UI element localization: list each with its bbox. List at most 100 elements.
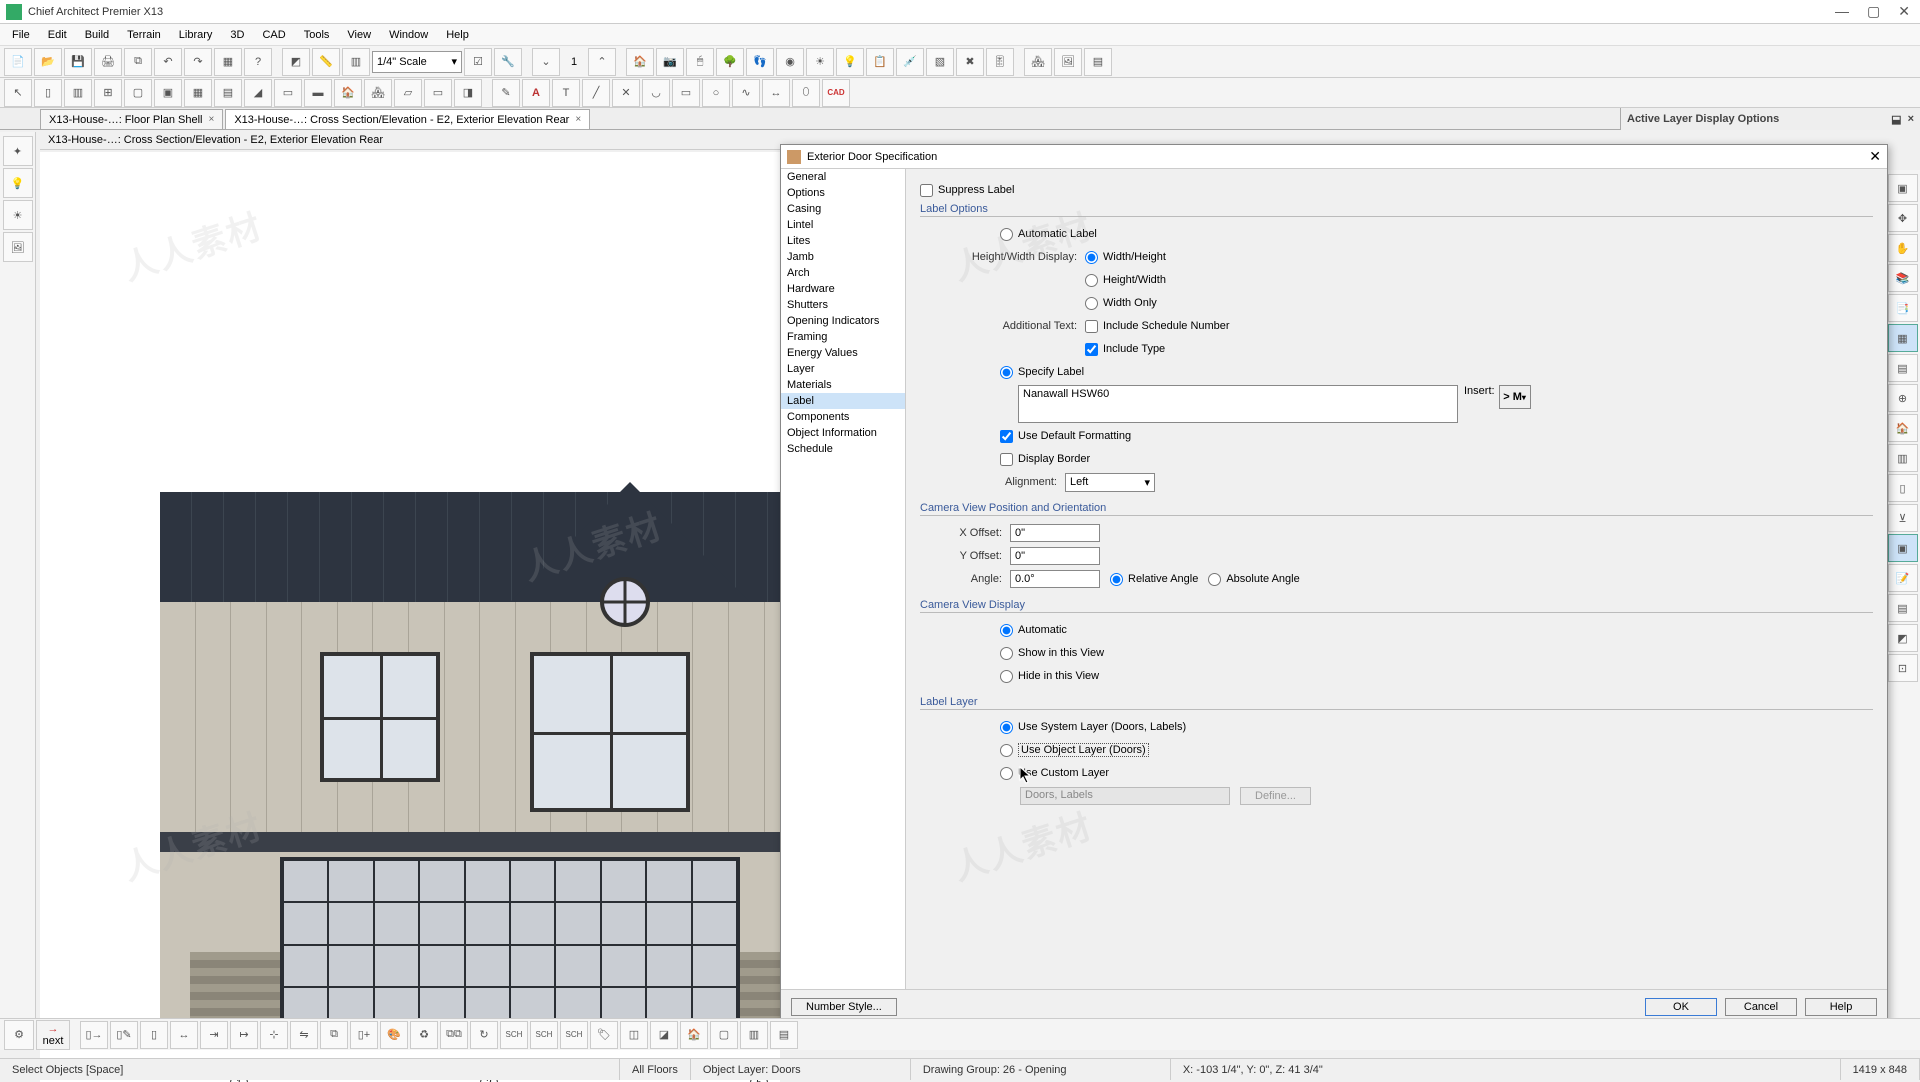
menu-cad[interactable]: CAD [254,27,293,43]
adjust-icon[interactable]: 🎚 [986,48,1014,76]
cad-icon[interactable]: CAD [822,79,850,107]
relative-angle-radio[interactable] [1110,573,1123,586]
cat-energy[interactable]: Energy Values [781,345,905,361]
misc-icon[interactable]: ▥ [342,48,370,76]
floor-down-icon[interactable]: ⌄ [532,48,560,76]
lens-icon[interactable]: ◉ [776,48,804,76]
text-icon[interactable]: T [552,79,580,107]
circle-icon[interactable]: ○ [702,79,730,107]
scale-select[interactable]: 1/4" Scale▾ [372,51,462,73]
check-icon[interactable]: ☑ [464,48,492,76]
house-build-icon[interactable]: 🏠 [334,79,362,107]
cat-shutters[interactable]: Shutters [781,297,905,313]
schedule-icon[interactable]: ▤ [1888,594,1918,622]
label-icon[interactable]: 🏷 [590,1021,618,1049]
reflect-icon[interactable]: ⇋ [290,1021,318,1049]
cat-framing[interactable]: Framing [781,329,905,345]
terrain-icon[interactable]: 🌳 [716,48,744,76]
help-button[interactable]: Help [1805,998,1877,1016]
multi-copy-icon[interactable]: ⧉⧉ [440,1021,468,1049]
cross-icon[interactable]: ✕ [612,79,640,107]
alignment-select[interactable]: Left▾ [1065,473,1155,492]
project-browser-icon[interactable]: 🏘 [1024,48,1052,76]
truss-icon[interactable]: ⊻ [1888,504,1918,532]
lighting-tool-icon[interactable]: ✦ [3,136,33,166]
rect-icon[interactable]: ▭ [672,79,700,107]
define-button[interactable]: Define... [1240,787,1311,805]
absolute-angle-radio[interactable] [1208,573,1221,586]
layout-panel-icon[interactable]: ▤ [1084,48,1112,76]
cat-schedule[interactable]: Schedule [781,441,905,457]
break-icon[interactable]: ⇥ [200,1021,228,1049]
pencil-icon[interactable]: ✎ [492,79,520,107]
edit-area-icon[interactable]: ◩ [282,48,310,76]
wall-tool-icon[interactable]: ▯ [34,79,62,107]
undo-icon[interactable]: ↶ [154,48,182,76]
dimension-icon[interactable]: ↔ [762,79,790,107]
gear-icon[interactable]: ⚙ [4,1020,34,1050]
camera-icon[interactable]: 📷 [656,48,684,76]
close-button[interactable]: ✕ [1898,3,1910,20]
backdrop-icon[interactable]: 🖼 [3,232,33,262]
menu-window[interactable]: Window [381,27,436,43]
cat-options[interactable]: Options [781,185,905,201]
specify-label-radio[interactable] [1000,366,1013,379]
sun-angle-icon[interactable]: ☀ [3,200,33,230]
print-icon[interactable]: 🖨 [94,48,122,76]
cat-casing[interactable]: Casing [781,201,905,217]
door-sm-icon[interactable]: ▢ [710,1021,738,1049]
menu-build[interactable]: Build [77,27,117,43]
footprints-icon[interactable]: 👣 [746,48,774,76]
select-icon[interactable]: ↖ [4,79,32,107]
menu-edit[interactable]: Edit [40,27,75,43]
menu-3d[interactable]: 3D [222,27,252,43]
cat-lintel[interactable]: Lintel [781,217,905,233]
dialog-title-bar[interactable]: Exterior Door Specification ✕ [781,145,1887,169]
suppress-label-checkbox[interactable] [920,184,933,197]
copy-icon[interactable]: ⧉ [320,1021,348,1049]
ref-display-icon[interactable]: ⊡ [1888,654,1918,682]
cat-components[interactable]: Components [781,409,905,425]
menu-view[interactable]: View [339,27,379,43]
move-icon[interactable]: ↔ [170,1021,198,1049]
use-custom-layer-radio[interactable] [1000,767,1013,780]
cancel-button[interactable]: Cancel [1725,998,1797,1016]
clipboard-icon[interactable]: 📋 [866,48,894,76]
sch1-icon[interactable]: SCH [500,1021,528,1049]
cam-hide-radio[interactable] [1000,670,1013,683]
foundation-icon[interactable]: ▱ [394,79,422,107]
slab-icon[interactable]: ▭ [424,79,452,107]
angle-input[interactable] [1010,570,1100,588]
display-icon[interactable]: ▣ [1888,174,1918,202]
eyedropper-icon[interactable]: 💉 [896,48,924,76]
cube-icon[interactable]: ◨ [454,79,482,107]
ruler-icon[interactable]: 📏 [312,48,340,76]
cat-object-info[interactable]: Object Information [781,425,905,441]
house-sm-icon[interactable]: 🏠 [680,1021,708,1049]
cross-section-icon[interactable]: ⊕ [1888,384,1918,412]
fixture-icon[interactable]: ▦ [184,79,212,107]
center-icon[interactable]: ⊹ [260,1021,288,1049]
walkthrough-icon[interactable]: 🖱 [686,48,714,76]
sel-next-icon[interactable]: ▯→ [80,1021,108,1049]
save-icon[interactable]: 💾 [64,48,92,76]
menu-terrain[interactable]: Terrain [119,27,169,43]
materials-list-icon[interactable]: ▥ [1888,444,1918,472]
arc-icon[interactable]: ◡ [642,79,670,107]
cat-layer[interactable]: Layer [781,361,905,377]
notes-icon[interactable]: 📝 [1888,564,1918,592]
door-tool-icon[interactable]: ▢ [124,79,152,107]
railing-icon[interactable]: ▥ [64,79,92,107]
misc3-icon[interactable]: ▥ [740,1021,768,1049]
reference-icon[interactable]: ▦ [214,48,242,76]
build-icon[interactable]: 🏘 [364,79,392,107]
replace-icon[interactable]: ♻ [410,1021,438,1049]
window-tool-icon[interactable]: ⊞ [94,79,122,107]
tab-elevation[interactable]: X13-House-…: Cross Section/Elevation - E… [225,109,590,129]
rotate-icon[interactable]: ↻ [470,1021,498,1049]
number-style-button[interactable]: Number Style... [791,998,897,1016]
aerial-icon[interactable]: ✥ [1888,204,1918,232]
active-layer-icon[interactable]: ▦ [1888,324,1918,352]
misc2-icon[interactable]: ◪ [650,1021,678,1049]
sun-icon[interactable]: ☀ [806,48,834,76]
